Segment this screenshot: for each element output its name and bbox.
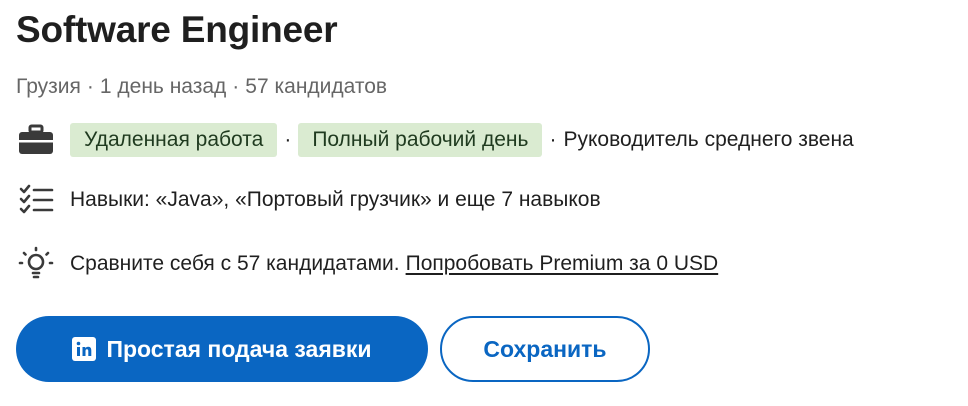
workplace-row: Удаленная работа · Полный рабочий день ·…	[16, 120, 961, 160]
try-premium-link[interactable]: Попробовать Premium за 0 USD	[406, 252, 719, 276]
row-separator: ·	[549, 128, 557, 151]
skills-summary[interactable]: Навыки: «Java», «Портовый грузчик» и еще…	[70, 188, 601, 212]
job-meta: Грузия · 1 день назад · 57 кандидатов	[16, 72, 961, 102]
job-applicants: 57 кандидатов	[245, 75, 388, 98]
lightbulb-icon	[16, 244, 56, 284]
premium-row: Сравните себя с 57 кандидатами. Попробов…	[16, 244, 961, 284]
seniority-level: Руководитель среднего звена	[563, 128, 854, 151]
premium-comparison-text: Сравните себя с 57 кандидатами.	[70, 252, 400, 275]
checklist-icon	[16, 180, 56, 220]
save-button[interactable]: Сохранить	[440, 316, 650, 382]
skills-row[interactable]: Навыки: «Java», «Портовый грузчик» и еще…	[16, 180, 961, 220]
briefcase-icon	[16, 120, 56, 160]
job-title: Software Engineer	[16, 9, 338, 50]
job-posted-date: 1 день назад	[99, 75, 227, 98]
workplace-type-badge: Удаленная работа	[70, 123, 278, 157]
job-type-badge: Полный рабочий день	[298, 123, 543, 157]
linkedin-logo-icon	[72, 337, 97, 361]
job-location: Грузия	[16, 75, 81, 98]
job-card: Software Engineer Грузия · 1 день назад · 57…	[16, 0, 961, 382]
action-buttons: Простая подача заявки Сохранить	[16, 316, 961, 382]
row-separator: ·	[284, 128, 292, 151]
meta-separator: ·	[86, 75, 94, 98]
meta-separator: ·	[232, 75, 240, 98]
easy-apply-button[interactable]: Простая подача заявки	[16, 316, 428, 382]
easy-apply-label: Простая подача заявки	[106, 335, 372, 362]
